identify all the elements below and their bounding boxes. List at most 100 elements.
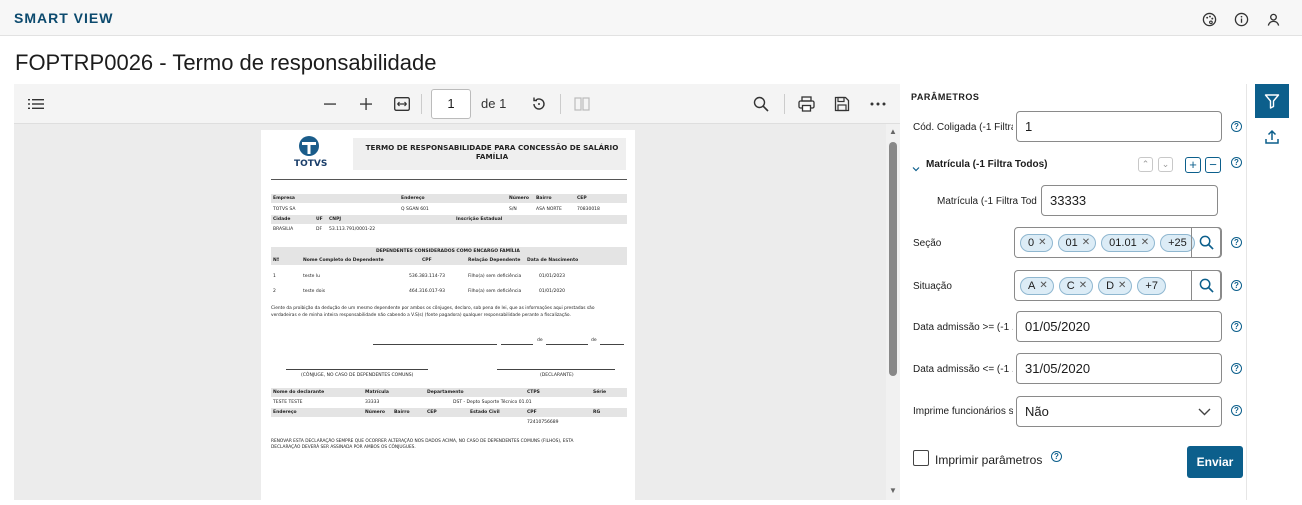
close-icon[interactable]: ✕ [1082,237,1090,248]
coligada-input[interactable]: 1 [1016,111,1222,142]
scrollbar-thumb[interactable] [889,142,897,376]
signature-declarante: (DECLARANTE) [540,373,574,378]
table-cell: 01/01/2023 [539,274,565,279]
info-icon[interactable] [1232,10,1250,28]
chip[interactable]: 01 ✕ [1057,233,1097,252]
col-cpf-decl: CPF [527,410,537,415]
value-cep: 70830018 [577,207,600,212]
totvs-logo-text: TOTVS [294,159,328,169]
close-icon[interactable]: ✕ [1118,280,1126,291]
move-down-button[interactable]: ⌄ [1158,157,1173,172]
viewer-scrollbar[interactable]: ▲ ▼ [886,124,900,500]
fit-width-icon[interactable] [392,94,412,114]
user-icon[interactable] [1264,10,1282,28]
value-departamento: DST - Depto Suporte Técnico 01.01 [453,400,532,405]
top-bar: SMART VIEW [0,0,1302,36]
more-chip[interactable]: +25 [1160,233,1195,252]
parameters-panel: PARÂMETROS Cód. Coligada (-1 Filtra... 1… [900,84,1246,500]
col-inscricao: Inscrição Estadual [456,217,503,222]
help-icon[interactable]: ? [1231,121,1242,132]
more-chip[interactable]: +7 [1137,276,1166,295]
help-icon[interactable]: ? [1051,451,1062,462]
chevron-down-icon[interactable] [912,160,920,172]
chip-label: 01 [1065,236,1078,249]
close-icon[interactable]: ✕ [1039,280,1047,291]
data-admissao-fim-input[interactable]: 31/05/2020 [1016,353,1222,384]
filter-icon [1264,94,1280,109]
close-icon[interactable]: ✕ [1079,280,1087,291]
save-icon[interactable] [832,94,852,114]
search-button[interactable] [1191,270,1221,301]
col-cep-decl: CEP [427,410,437,415]
rotate-icon[interactable] [529,94,549,114]
col-bairro: Bairro [536,196,552,201]
chip[interactable]: A ✕ [1020,276,1054,295]
data-admissao-ini-label: Data admissão >= (-1 ... [913,322,1013,333]
totvs-logo-icon [297,135,321,157]
outline-list-icon[interactable] [26,94,46,114]
help-icon[interactable]: ? [1231,157,1242,168]
zoom-in-icon[interactable] [356,94,376,114]
imprime-func-select[interactable]: Não [1016,396,1222,427]
toolbar-divider [421,94,422,114]
two-page-view-icon[interactable] [572,94,592,114]
zoom-out-icon[interactable] [320,94,340,114]
help-icon[interactable]: ? [1231,321,1242,332]
imprimir-parametros-checkbox[interactable] [913,450,929,466]
data-admissao-ini-input[interactable]: 01/05/2020 [1016,311,1222,342]
chip[interactable]: 0 ✕ [1020,233,1053,252]
col-matricula: Matrícula [365,390,389,395]
filter-button[interactable] [1255,84,1289,118]
page-count: de 1 [481,96,507,111]
upload-icon [1265,129,1279,144]
secao-label: Seção [913,238,942,249]
scroll-down-icon[interactable]: ▼ [888,486,898,496]
export-button[interactable] [1255,122,1289,152]
close-icon[interactable]: ✕ [1038,237,1046,248]
help-icon[interactable]: ? [1231,405,1242,416]
page-title: FOPTRP0026 - Termo de responsabilidade [15,50,437,75]
print-icon[interactable] [796,94,816,114]
table-cell: 464.316.017-93 [409,289,445,294]
close-icon[interactable]: ✕ [1141,237,1149,248]
chip-label: C [1066,279,1075,292]
data-admissao-fim-label: Data admissão <= (-1 ... [913,364,1013,375]
more-options-icon[interactable] [868,94,888,114]
matricula-input[interactable]: 33333 [1041,185,1218,216]
add-button[interactable]: + [1185,157,1201,173]
search-icon[interactable] [751,94,771,114]
declaration-paragraph: Ciente da proibição da dedução de um mes… [271,306,595,311]
chip-label: D [1106,279,1115,292]
palette-icon[interactable] [1200,10,1218,28]
matricula-group-label: Matrícula (-1 Filtra Todos) [926,159,1048,170]
footer-note: RENOVAR ESTA DECLARAÇÃO SEMPRE QUE OCORR… [271,439,574,444]
move-up-button[interactable]: ⌃ [1138,157,1153,172]
col-serie: Série [593,390,607,395]
col-estado-civil: Estado Civil [470,410,500,415]
col-nome-dependente: Nome Completo do Dependente [303,258,384,263]
col-cpf: CPF [422,258,432,263]
chevron-down-icon [1198,397,1211,426]
chip[interactable]: C ✕ [1058,276,1094,295]
help-icon[interactable]: ? [1231,237,1242,248]
chip-label: A [1028,279,1036,292]
scroll-up-icon[interactable]: ▲ [888,127,898,137]
value-cidade: BRASILIA [273,227,294,232]
year-line [600,344,624,345]
date-de: de [591,338,597,343]
chip[interactable]: D ✕ [1098,276,1133,295]
remove-button[interactable]: − [1205,157,1221,173]
page-number-input[interactable]: 1 [431,89,471,119]
chip[interactable]: 01.01 ✕ [1101,233,1156,252]
search-button[interactable] [1191,227,1221,258]
submit-button[interactable]: Enviar [1187,446,1243,478]
value-endereco: Q SGAN 601 [401,207,429,212]
help-icon[interactable]: ? [1231,363,1242,374]
col-cep: CEP [577,196,587,201]
value-numero: S/N [509,207,517,212]
value-bairro: ASA NORTE [536,207,562,212]
help-icon[interactable]: ? [1231,280,1242,291]
month-line [546,344,588,345]
table-cell: 01/01/2020 [539,289,565,294]
col-numero: Número [509,196,530,201]
